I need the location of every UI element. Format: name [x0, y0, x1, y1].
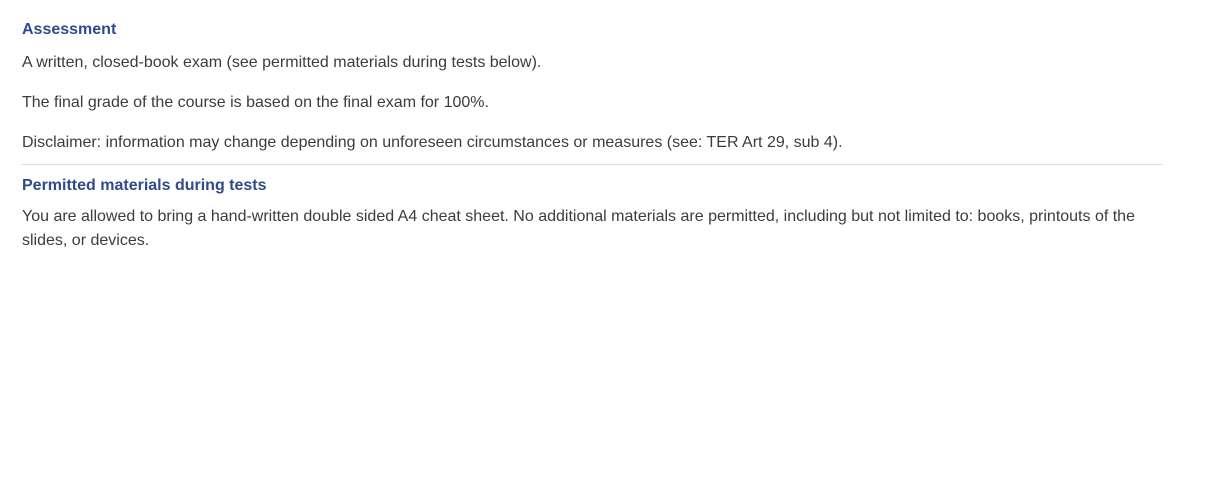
assessment-heading: Assessment [22, 21, 117, 38]
assessment-final-grade-text: The final grade of the course is based o… [22, 94, 489, 111]
permitted-materials-text: You are allowed to bring a hand-written … [22, 208, 1135, 249]
permitted-materials-heading: Permitted materials during tests [22, 177, 267, 194]
assessment-section: Assessment A written, closed-book exam (… [22, 0, 1162, 155]
assessment-disclaimer-text: Disclaimer: information may change depen… [22, 134, 843, 151]
course-info-content: Assessment A written, closed-book exam (… [0, 0, 1162, 253]
assessment-exam-type-text: A written, closed-book exam (see permitt… [22, 54, 542, 71]
section-divider [22, 164, 1162, 165]
permitted-materials-section: Permitted materials during tests You are… [22, 176, 1162, 253]
